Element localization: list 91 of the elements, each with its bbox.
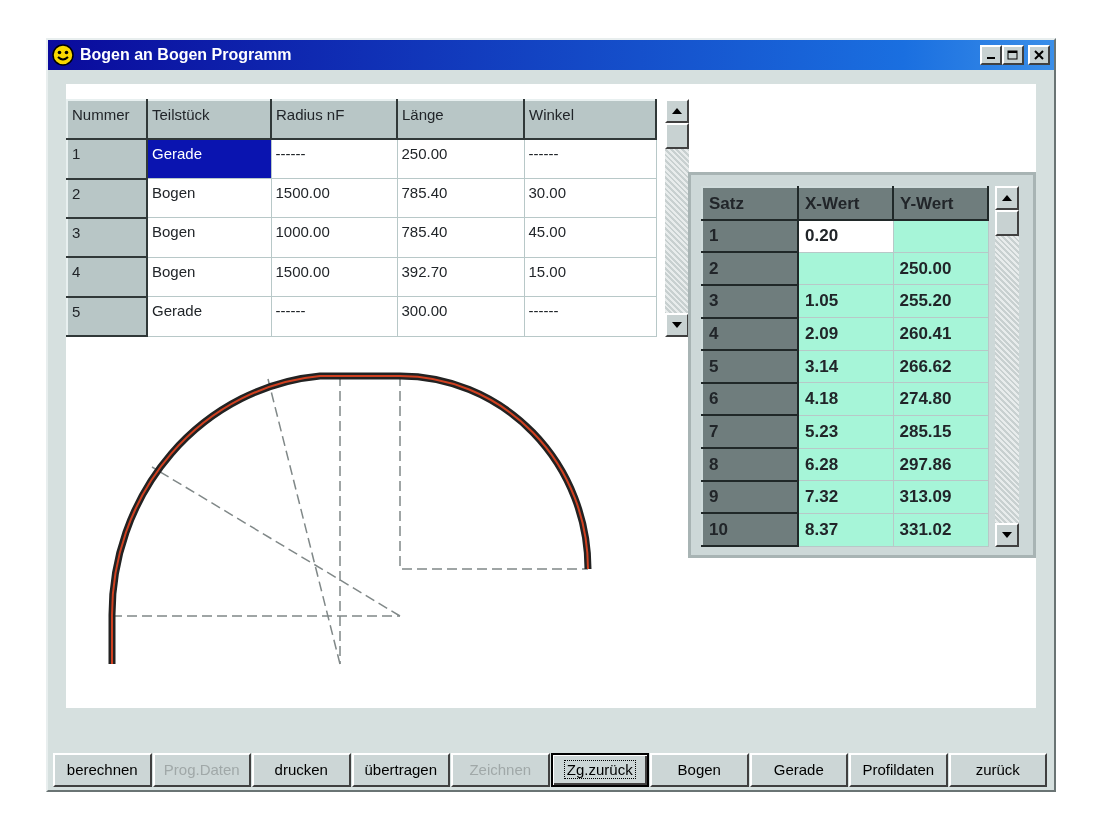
close-icon [1034,50,1044,60]
table-cell[interactable]: Gerade [147,296,271,336]
table-cell[interactable]: ------ [271,296,397,336]
table-cell[interactable]: 255.20 [893,284,988,318]
scroll-down-button[interactable] [665,313,689,337]
column-header[interactable]: X-Wert [798,187,893,220]
column-header[interactable]: Teilstück [147,100,271,140]
table-cell[interactable]: 285.15 [893,415,988,448]
maximize-button[interactable] [1002,45,1024,65]
table-cell[interactable]: 266.62 [893,350,988,383]
row-header[interactable]: 9 [702,480,798,514]
table-cell[interactable]: 8.37 [798,513,893,546]
row-header[interactable]: 8 [702,448,798,481]
action-button[interactable]: zurück [948,753,1047,787]
table-cell[interactable]: 6.28 [798,448,893,481]
action-button[interactable]: Bogen [650,753,749,787]
table-cell[interactable]: 785.40 [397,218,524,258]
table-cell[interactable]: 15.00 [524,257,656,297]
table-cell[interactable]: 7.32 [798,480,893,514]
table-cell[interactable]: 1500.00 [271,257,397,297]
table-cell[interactable]: ------ [524,296,656,336]
table-cell[interactable]: 3.14 [798,350,893,383]
table-cell[interactable]: 260.41 [893,317,988,351]
table-cell[interactable]: 45.00 [524,218,656,258]
table-cell[interactable]: Bogen [147,178,271,218]
row-header[interactable]: 2 [67,178,147,218]
up-arrow-icon [672,108,682,114]
row-header[interactable]: 5 [67,296,147,336]
row-header[interactable]: 1 [67,139,147,179]
row-header[interactable]: 5 [702,350,798,383]
row-header[interactable]: 7 [702,415,798,448]
table-cell[interactable] [893,219,988,253]
scrollbar[interactable] [665,99,689,337]
minimize-icon [987,57,995,59]
scroll-up-button[interactable] [995,186,1019,210]
table-cell[interactable]: 300.00 [397,296,524,336]
column-header[interactable]: Länge [397,100,524,140]
row-header[interactable]: 10 [702,513,798,546]
scroll-thumb[interactable] [665,123,689,149]
scroll-up-button[interactable] [665,99,689,123]
down-arrow-icon [672,322,682,328]
row-header[interactable]: 4 [702,317,798,351]
table-cell[interactable]: 297.86 [893,448,988,481]
window-title: Bogen an Bogen Programm [80,45,292,65]
scroll-down-button[interactable] [995,523,1019,547]
row-header[interactable]: 3 [702,284,798,318]
column-header[interactable]: Radius nF [271,100,397,140]
action-button[interactable]: übertragen [351,753,450,787]
table-cell[interactable]: 30.00 [524,178,656,218]
action-button[interactable]: Gerade [749,753,848,787]
scroll-thumb[interactable] [995,210,1019,236]
smiley-icon [52,44,74,66]
row-header[interactable]: 4 [67,257,147,297]
table-cell[interactable]: 331.02 [893,513,988,546]
minimize-button[interactable] [980,45,1002,65]
table-cell[interactable]: ------ [271,139,397,179]
row-header[interactable]: 2 [702,252,798,285]
column-header[interactable]: Winkel [524,100,656,140]
table-cell[interactable]: 313.09 [893,480,988,514]
table-cell[interactable] [798,252,893,285]
table-cell[interactable]: 274.80 [893,382,988,416]
column-header[interactable]: Y-Wert [893,187,988,220]
scrollbar[interactable] [995,186,1019,547]
maximize-icon [1007,50,1019,60]
row-header[interactable]: 6 [702,382,798,416]
table-cell[interactable]: 0.20 [798,219,893,253]
table-cell[interactable]: 785.40 [397,178,524,218]
up-arrow-icon [1002,195,1012,201]
table-cell[interactable]: 4.18 [798,382,893,416]
action-button[interactable]: berechnen [53,753,152,787]
close-button[interactable] [1028,45,1050,65]
action-button[interactable]: Profildaten [849,753,948,787]
action-button[interactable]: drucken [252,753,351,787]
table-cell[interactable]: 250.00 [397,139,524,179]
table-cell[interactable]: Gerade [147,139,271,179]
table-cell[interactable]: 250.00 [893,252,988,285]
table-cell[interactable]: 392.70 [397,257,524,297]
table-cell[interactable]: Bogen [147,218,271,258]
table-cell[interactable]: 1500.00 [271,178,397,218]
down-arrow-icon [1002,532,1012,538]
table-cell[interactable]: 1.05 [798,284,893,318]
table-cell[interactable]: 5.23 [798,415,893,448]
table-cell[interactable]: ------ [524,139,656,179]
column-header[interactable]: Nummer [67,100,147,140]
action-button[interactable]: Zg.zurück [550,753,649,787]
row-header[interactable]: 1 [702,219,798,253]
column-header[interactable]: Satz [702,187,798,220]
row-header[interactable]: 3 [67,218,147,258]
table-cell[interactable]: Bogen [147,257,271,297]
table-cell[interactable]: 1000.00 [271,218,397,258]
table-cell[interactable]: 2.09 [798,317,893,351]
